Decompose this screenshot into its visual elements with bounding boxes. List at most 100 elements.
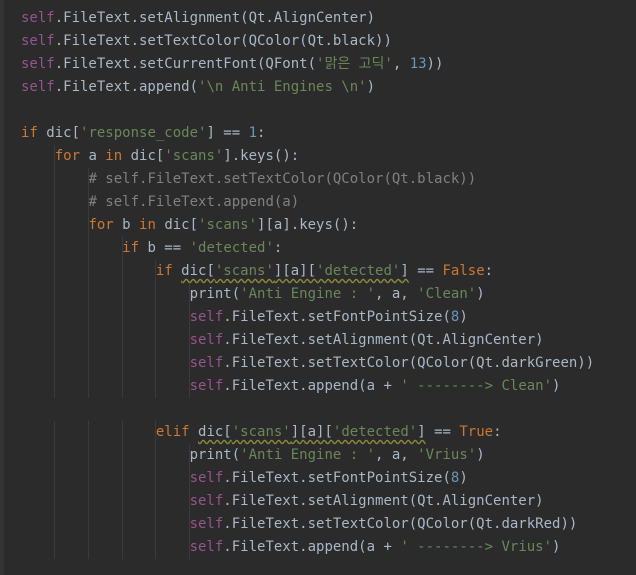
code-token: ][a].keys():	[257, 217, 359, 233]
indent-guide	[121, 329, 123, 352]
code-token: 'Anti Engine : '	[240, 447, 376, 463]
indent-guide	[54, 490, 56, 513]
indent-guide	[189, 444, 191, 467]
code-token: .FileText.append(a +	[223, 539, 401, 555]
code-token: in	[139, 217, 165, 233]
code-token: )	[476, 447, 485, 463]
code-token: self	[21, 79, 55, 95]
indent-guide	[87, 329, 89, 352]
code-token: , a,	[375, 286, 418, 302]
code-line[interactable]: print('Anti Engine : ', a, 'Vrius')	[21, 444, 631, 467]
indent-guide	[155, 375, 157, 398]
code-token: self	[21, 10, 55, 26]
code-token: .FileText.setCurrentFont(QFont(	[54, 56, 317, 72]
indent-guide	[121, 283, 123, 306]
code-line[interactable]: if b == 'detected':	[21, 237, 631, 260]
indent-guide	[54, 536, 56, 559]
indent-guide	[121, 467, 123, 490]
indent-guide	[54, 168, 56, 191]
code-line[interactable]: for b in dic['scans'][a].keys():	[21, 214, 631, 237]
code-line[interactable]: self.FileText.setFontPointSize(8)	[21, 306, 631, 329]
indent-guide	[87, 536, 89, 559]
indent-guide	[87, 283, 89, 306]
code-token: 'response_code'	[80, 125, 207, 141]
indent-guide	[87, 513, 89, 536]
code-token: ' --------> Clean'	[400, 378, 553, 394]
indent-guide	[155, 260, 157, 283]
code-line[interactable]: self.FileText.setTextColor(QColor(Qt.dar…	[21, 352, 631, 375]
code-line[interactable]: self.FileText.append(a + ' --------> Vri…	[21, 536, 631, 559]
code-line[interactable]: # self.FileText.setTextColor(QColor(Qt.b…	[21, 168, 631, 191]
indent-guide	[54, 306, 56, 329]
code-token: .FileText.setFontPointSize(	[223, 309, 451, 325]
indent-guide	[189, 283, 191, 306]
code-line[interactable]: self.FileText.append(a + ' --------> Cle…	[21, 375, 631, 398]
code-token: )	[459, 470, 468, 486]
code-line[interactable]: self.FileText.setAlignment(Qt.AlignCente…	[21, 490, 631, 513]
indent-guide	[54, 237, 56, 260]
code-area[interactable]: self.FileText.setAlignment(Qt.AlignCente…	[21, 7, 631, 559]
code-line[interactable]: self.FileText.setTextColor(QColor(Qt.dar…	[21, 513, 631, 536]
code-token: b	[122, 217, 140, 233]
code-line[interactable]: print('Anti Engine : ', a, 'Clean')	[21, 283, 631, 306]
code-token: dic[	[198, 424, 232, 440]
code-line[interactable]: if dic['scans'][a]['detected'] == False:	[21, 260, 631, 283]
indent-guide	[121, 444, 123, 467]
indent-guide	[121, 536, 123, 559]
code-token: '맑은 고딕'	[316, 56, 393, 72]
code-token: for	[88, 217, 123, 233]
code-token: self	[189, 516, 224, 532]
indent-guide	[121, 490, 123, 513]
code-token: if	[21, 125, 47, 141]
indent-guide	[155, 513, 157, 536]
indent-guide	[121, 306, 123, 329]
code-line[interactable]	[21, 398, 631, 421]
indent-guide	[155, 490, 157, 513]
code-token: elif	[155, 424, 199, 440]
code-token: if	[122, 240, 148, 256]
code-token: ,	[392, 56, 410, 72]
code-line[interactable]: if dic['response_code'] == 1:	[21, 122, 631, 145]
code-token: ][a][	[290, 424, 333, 440]
code-line[interactable]: self.FileText.setCurrentFont(QFont('맑은 고…	[21, 53, 631, 76]
code-token: self	[189, 309, 224, 325]
code-token: .FileText.append(	[54, 79, 199, 95]
code-line[interactable]: # self.FileText.append(a)	[21, 191, 631, 214]
code-token: dic[	[46, 125, 81, 141]
indent-guide	[155, 467, 157, 490]
code-token: )	[459, 309, 468, 325]
indent-guide	[121, 237, 123, 260]
code-line[interactable]: self.FileText.setAlignment(Qt.AlignCente…	[21, 329, 631, 352]
indent-guide	[54, 214, 56, 237]
code-line[interactable]: self.FileText.setAlignment(Qt.AlignCente…	[21, 7, 631, 30]
code-token: 1	[248, 125, 258, 141]
code-line[interactable]: for a in dic['scans'].keys():	[21, 145, 631, 168]
code-token: :	[484, 263, 494, 279]
code-token: self	[21, 33, 55, 49]
code-token: '\n Anti Engines \n'	[198, 79, 367, 95]
code-line[interactable]: elif dic['scans'][a]['detected'] == True…	[21, 421, 631, 444]
indent-guide	[189, 467, 191, 490]
code-token: True	[459, 424, 494, 440]
indent-guide	[87, 490, 89, 513]
indent-guide	[54, 260, 56, 283]
code-line[interactable]: self.FileText.append('\n Anti Engines \n…	[21, 76, 631, 99]
code-line[interactable]	[21, 99, 631, 122]
code-editor[interactable]: self.FileText.setAlignment(Qt.AlignCente…	[0, 0, 636, 575]
code-line[interactable]: self.FileText.setFontPointSize(8)	[21, 467, 631, 490]
indent-guide	[121, 513, 123, 536]
code-token: .FileText.setTextColor(QColor(Qt.darkGre…	[223, 355, 595, 371]
indent-guide	[155, 283, 157, 306]
code-token: ].keys():	[223, 148, 300, 164]
code-token: for	[54, 148, 89, 164]
code-token: ))	[426, 56, 444, 72]
indent-guide	[155, 421, 157, 444]
code-token: 'detected'	[316, 263, 401, 279]
indent-guide	[189, 536, 191, 559]
indent-guide	[54, 467, 56, 490]
code-line[interactable]: self.FileText.setTextColor(QColor(Qt.bla…	[21, 30, 631, 53]
